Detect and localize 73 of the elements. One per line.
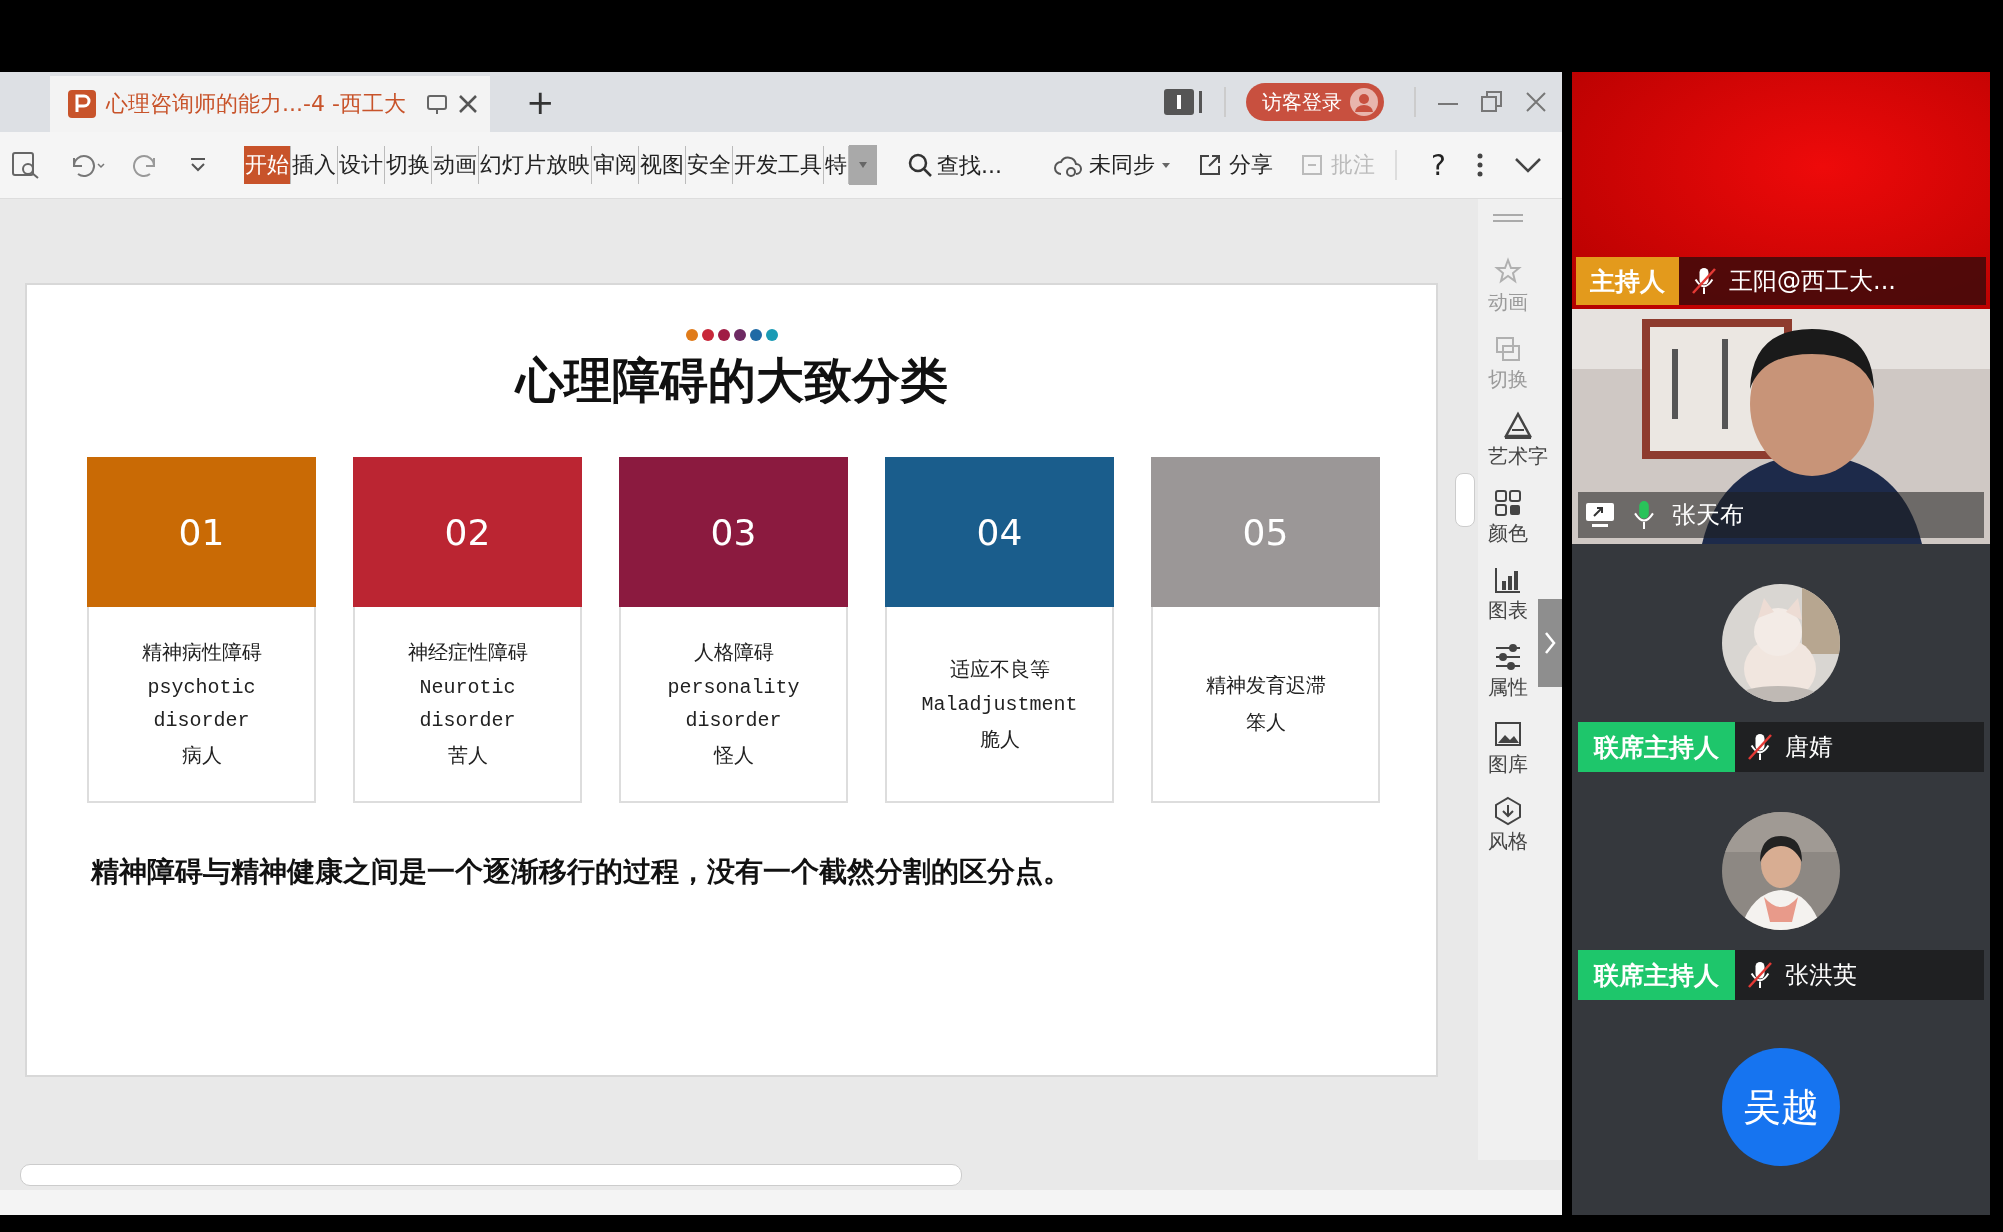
participant-name: 张天布 bbox=[1672, 500, 1744, 531]
card-header: 01 bbox=[87, 457, 316, 607]
caret-icon bbox=[859, 162, 867, 168]
chevron-down-icon[interactable] bbox=[1513, 157, 1542, 173]
sync-button[interactable]: 未同步 bbox=[1053, 150, 1171, 180]
window-count-icon[interactable] bbox=[1164, 89, 1204, 115]
card-header: 02 bbox=[353, 457, 582, 607]
hexagon-icon bbox=[1493, 796, 1523, 826]
close-icon[interactable] bbox=[457, 94, 478, 114]
new-tab-button[interactable]: + bbox=[520, 82, 561, 122]
role-badge: 联席主持人 bbox=[1578, 950, 1735, 1000]
side-panel-button[interactable]: 颜色 bbox=[1488, 488, 1528, 565]
triangle-icon bbox=[1503, 411, 1533, 441]
card-body: 精神发育迟滞 笨人 bbox=[1151, 607, 1380, 803]
ribbon-tab[interactable]: 安全 bbox=[686, 146, 733, 184]
participant-name: 唐婧 bbox=[1785, 732, 1833, 763]
ribbon-tab[interactable]: 动画 bbox=[432, 146, 479, 184]
card-body: 精神病性障碍 psychotic disorder 病人 bbox=[87, 607, 316, 803]
slide-title: 心理障碍的大致分类 bbox=[513, 351, 949, 410]
close-icon[interactable] bbox=[1524, 90, 1548, 114]
role-badge: 主持人 bbox=[1576, 257, 1679, 305]
guest-login-button[interactable]: 访客登录 bbox=[1246, 83, 1384, 121]
document-tab[interactable]: 心理咨询师的能力...-4 -西工大 bbox=[50, 76, 490, 132]
side-panel-button[interactable]: 风格 bbox=[1488, 796, 1528, 873]
initials-avatar: 吴越 bbox=[1722, 1048, 1840, 1166]
side-panel-button[interactable]: 属性 bbox=[1488, 642, 1528, 719]
participant-name: 王阳@西工大... bbox=[1729, 266, 1896, 297]
side-panel-button[interactable]: 艺术字 bbox=[1488, 411, 1548, 488]
grid-icon bbox=[1493, 488, 1523, 518]
role-badge: 联席主持人 bbox=[1578, 722, 1735, 772]
monitor-icon bbox=[425, 93, 448, 115]
ribbon-tab[interactable]: 设计 bbox=[338, 146, 385, 184]
ribbon-tab[interactable]: 开发工具 bbox=[733, 146, 824, 184]
share-button[interactable]: 分享 bbox=[1197, 150, 1273, 180]
side-panel-button[interactable]: 图库 bbox=[1488, 719, 1528, 796]
sliders-icon bbox=[1493, 642, 1523, 672]
comment-icon bbox=[1299, 152, 1325, 178]
user-avatar-icon bbox=[1350, 88, 1378, 116]
ribbon-tab[interactable]: 审阅 bbox=[592, 146, 639, 184]
ribbon-tab[interactable]: 插入 bbox=[291, 146, 338, 184]
scrollbar-thumb[interactable] bbox=[1455, 473, 1475, 527]
screen-share-icon bbox=[1584, 501, 1616, 529]
ribbon-tab[interactable]: 开始 bbox=[244, 146, 291, 184]
participant-name: 张洪英 bbox=[1785, 960, 1857, 991]
ribbon-tab[interactable]: 幻灯片放映 bbox=[479, 146, 592, 184]
slide-note: 精神障碍与精神健康之间是一个逐渐移行的过程，没有一个截然分割的区分点。 bbox=[91, 854, 1072, 890]
image-icon bbox=[1493, 719, 1523, 749]
search-icon bbox=[907, 152, 933, 178]
scrollbar-thumb[interactable] bbox=[20, 1164, 962, 1186]
layers-icon bbox=[1493, 334, 1523, 364]
ribbon-tab[interactable]: 视图 bbox=[639, 146, 686, 184]
drag-handle-icon[interactable] bbox=[1493, 213, 1523, 223]
card-header: 03 bbox=[619, 457, 848, 607]
search-field[interactable]: 查找... bbox=[907, 152, 1027, 178]
card-body: 适应不良等 Maladjustment 脆人 bbox=[885, 607, 1114, 803]
side-panel-button[interactable]: 图表 bbox=[1488, 565, 1528, 642]
ribbon-tab[interactable]: 切换 bbox=[385, 146, 432, 184]
presentation-file-icon bbox=[68, 90, 96, 118]
restore-icon[interactable] bbox=[1480, 90, 1504, 114]
card-header: 04 bbox=[885, 457, 1114, 607]
help-button[interactable]: ? bbox=[1431, 148, 1446, 182]
card-body: 人格障碍 personality disorder 怪人 bbox=[619, 607, 848, 803]
share-icon bbox=[1197, 152, 1223, 178]
expand-panel-button[interactable] bbox=[1538, 599, 1562, 687]
card-header: 05 bbox=[1151, 457, 1380, 607]
more-options-icon[interactable] bbox=[1475, 152, 1484, 178]
caret-icon bbox=[1161, 160, 1171, 170]
bar-chart-icon bbox=[1493, 565, 1523, 595]
more-tabs-button[interactable] bbox=[849, 145, 877, 185]
print-preview-icon[interactable] bbox=[10, 150, 40, 180]
chevron-right-icon bbox=[1544, 631, 1556, 655]
card-body: 神经症性障碍 Neurotic disorder 苦人 bbox=[353, 607, 582, 803]
document-title: 心理咨询师的能力...-4 -西工大 bbox=[106, 90, 406, 118]
